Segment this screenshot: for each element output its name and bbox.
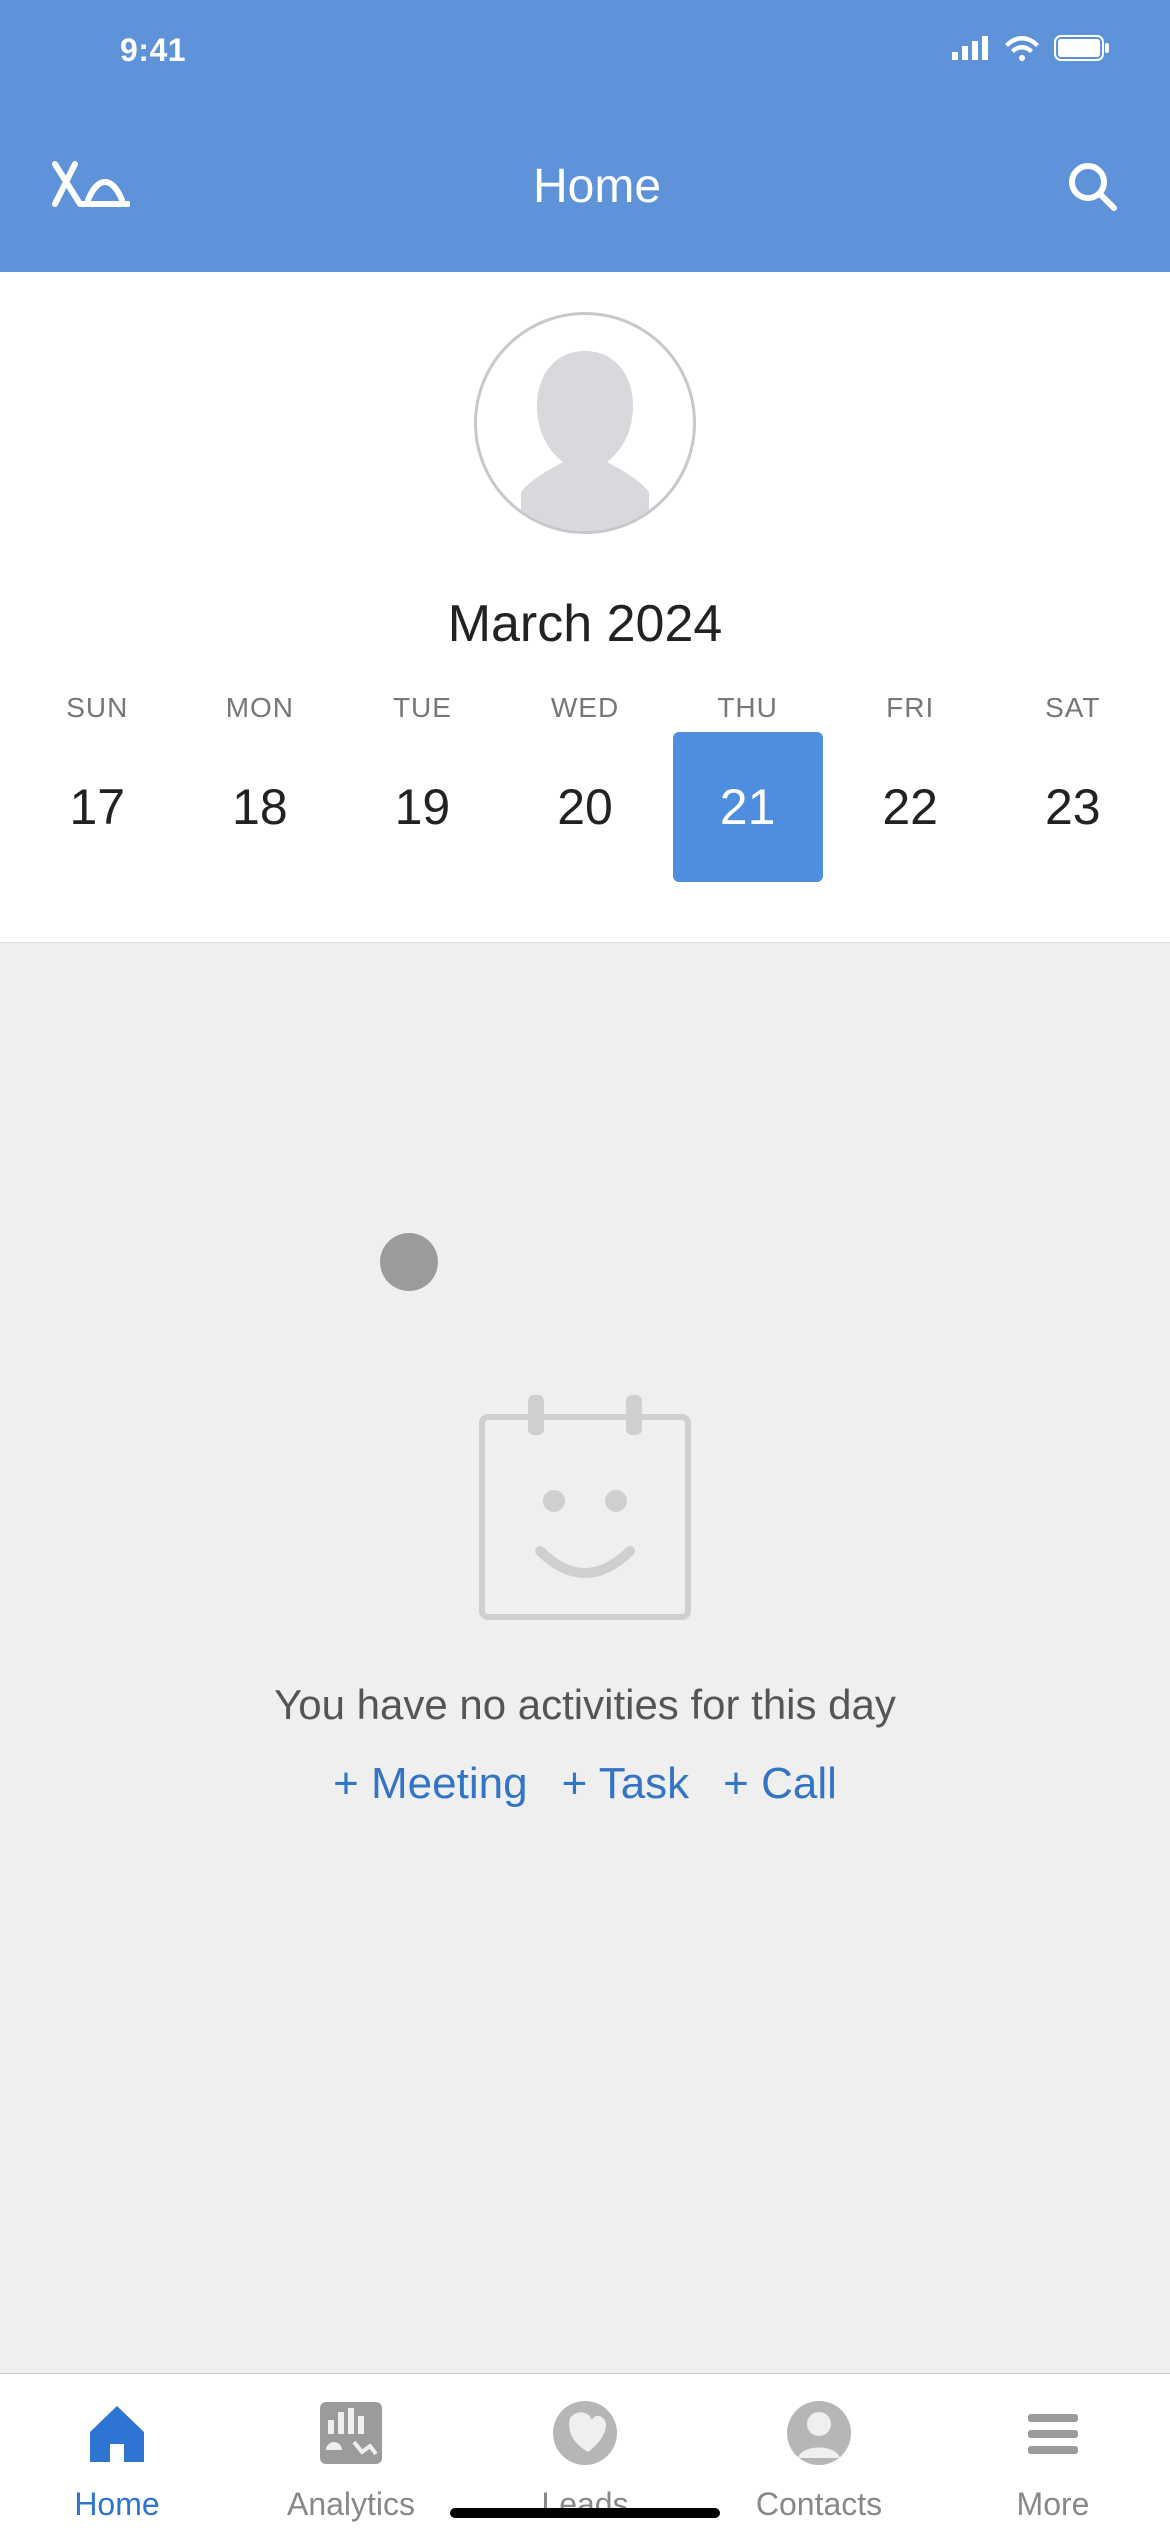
add-call-button[interactable]: + Call (723, 1759, 837, 1809)
dates-row: 17 18 19 20 21 22 23 (0, 724, 1170, 912)
home-icon (80, 2396, 154, 2470)
wifi-icon (1004, 35, 1040, 66)
dow-sun: SUN (16, 692, 179, 724)
tab-home-label: Home (74, 2486, 159, 2523)
add-meeting-button[interactable]: + Meeting (333, 1759, 527, 1809)
tab-analytics[interactable]: Analytics (234, 2396, 468, 2532)
tab-more[interactable]: More (936, 2396, 1170, 2532)
weekday-header: SUN MON TUE WED THU FRI SAT (0, 692, 1170, 724)
date-19[interactable]: 19 (347, 732, 497, 882)
nav-bar: Home (0, 100, 1170, 272)
status-icons (952, 35, 1110, 66)
dow-sat: SAT (991, 692, 1154, 724)
search-icon[interactable] (1064, 158, 1120, 214)
analytics-icon (314, 2396, 388, 2470)
date-21[interactable]: 21 (673, 732, 823, 882)
contacts-icon (782, 2396, 856, 2470)
dow-mon: MON (179, 692, 342, 724)
zia-logo-icon[interactable] (50, 156, 130, 216)
dow-wed: WED (504, 692, 667, 724)
leads-icon (548, 2396, 622, 2470)
tab-analytics-label: Analytics (287, 2486, 415, 2523)
month-label[interactable]: March 2024 (0, 594, 1170, 654)
home-indicator[interactable] (450, 2508, 720, 2518)
cellular-icon (952, 36, 990, 65)
status-bar: 9:41 (0, 0, 1170, 100)
date-23[interactable]: 23 (998, 732, 1148, 882)
tab-contacts-label: Contacts (756, 2486, 882, 2523)
date-17[interactable]: 17 (22, 732, 172, 882)
hamburger-icon (1016, 2396, 1090, 2470)
calendar-smile-icon (476, 1393, 694, 1611)
page-title: Home (130, 159, 1064, 214)
quick-add-row: + Meeting + Task + Call (333, 1759, 837, 1809)
dow-fri: FRI (829, 692, 992, 724)
avatar[interactable] (474, 312, 696, 534)
tab-contacts[interactable]: Contacts (702, 2396, 936, 2532)
date-18[interactable]: 18 (185, 732, 335, 882)
tab-more-label: More (1017, 2486, 1090, 2523)
dow-tue: TUE (341, 692, 504, 724)
loading-dot-icon (380, 1233, 438, 1291)
status-time: 9:41 (120, 32, 186, 69)
empty-message: You have no activities for this day (274, 1681, 896, 1729)
tab-home[interactable]: Home (0, 2396, 234, 2532)
calendar-section: March 2024 SUN MON TUE WED THU FRI SAT 1… (0, 272, 1170, 942)
battery-icon (1054, 35, 1110, 66)
add-task-button[interactable]: + Task (562, 1759, 690, 1809)
date-20[interactable]: 20 (510, 732, 660, 882)
dow-thu: THU (666, 692, 829, 724)
date-22[interactable]: 22 (835, 732, 985, 882)
empty-state: You have no activities for this day + Me… (0, 942, 1170, 2373)
